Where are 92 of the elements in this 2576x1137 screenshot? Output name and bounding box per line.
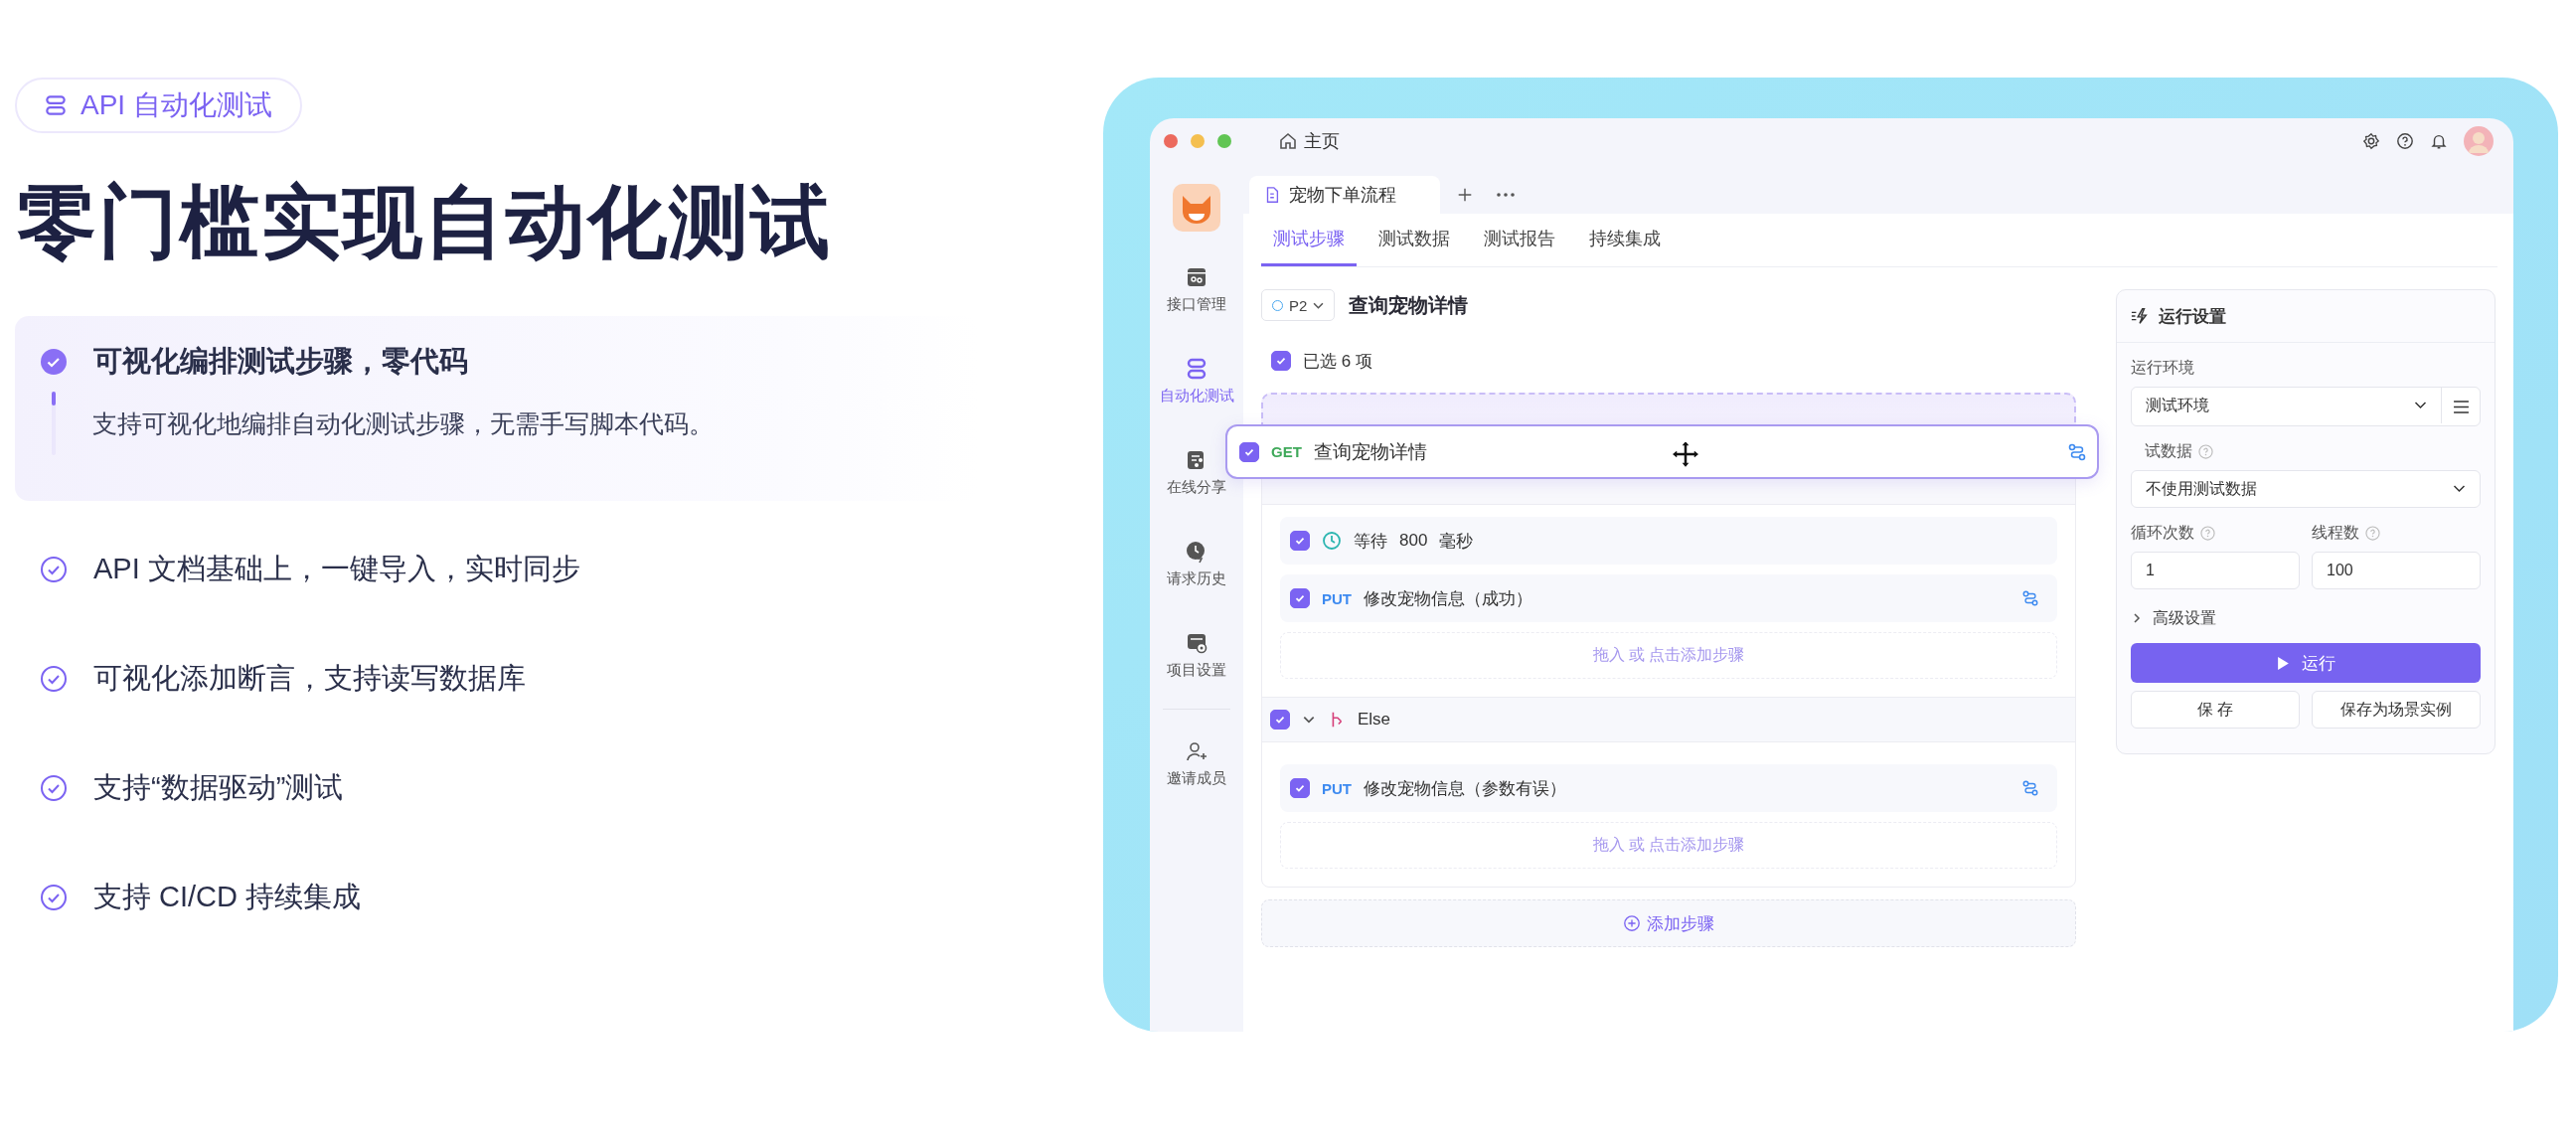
checkbox[interactable]	[1290, 531, 1310, 551]
step-label: 等待	[1354, 530, 1387, 553]
check-icon	[1294, 592, 1306, 604]
checkbox[interactable]	[1239, 441, 1259, 462]
scenario-name: 查询宠物详情	[1349, 292, 1469, 318]
dragged-step[interactable]: GET 查询宠物详情	[1225, 424, 2099, 479]
clock-icon	[1322, 531, 1342, 551]
badge-label: API 自动化测试	[80, 88, 272, 122]
request-step[interactable]: PUT 修改宠物信息（参数有误）	[1280, 764, 2057, 812]
http-method: PUT	[1322, 779, 1352, 797]
logo-icon[interactable]	[1173, 184, 1220, 232]
tab[interactable]: 测试报告	[1472, 213, 1567, 266]
field-label: 运行环境	[2131, 358, 2195, 378]
bell-icon[interactable]	[2430, 132, 2448, 150]
route-icon[interactable]	[2021, 589, 2039, 607]
add-step-button[interactable]: 添加步骤	[1261, 899, 2076, 947]
step-name: 查询宠物详情	[1313, 439, 1427, 464]
feature-title: 可视化编排测试步骤，零代码	[93, 344, 468, 379]
check-circle-icon	[40, 665, 68, 693]
chevron-down-icon	[2453, 485, 2466, 493]
check-icon	[1294, 782, 1306, 794]
settings-icon[interactable]	[2362, 132, 2380, 150]
move-cursor-icon	[1671, 439, 1700, 469]
lightning-icon	[2131, 307, 2149, 325]
checkbox[interactable]	[1270, 710, 1290, 730]
run-button[interactable]: 运行	[2131, 643, 2481, 683]
sidebar-item[interactable]: 请求历史	[1167, 518, 1226, 609]
http-method: GET	[1271, 443, 1302, 460]
field-label: 试数据	[2144, 440, 2192, 461]
field-label: 循环次数	[2131, 522, 2194, 543]
feature-title[interactable]: 支持“数据驱动”测试	[93, 768, 344, 808]
check-icon	[1294, 535, 1306, 547]
play-icon	[2276, 655, 2290, 671]
test-data-select[interactable]: 不使用测试数据	[2131, 470, 2481, 508]
loops-input[interactable]: 1	[2131, 552, 2300, 589]
request-step[interactable]: PUT 修改宠物信息（成功）	[1280, 574, 2057, 622]
checkbox[interactable]	[1271, 351, 1291, 371]
wait-value: 800	[1399, 531, 1428, 551]
check-icon	[1274, 714, 1286, 726]
save-button[interactable]: 保 存	[2131, 691, 2300, 729]
chevron-down-icon	[1313, 301, 1325, 309]
feature-title[interactable]: 支持 CI/CD 持续集成	[93, 878, 362, 917]
checkbox[interactable]	[1290, 778, 1310, 798]
route-icon[interactable]	[2021, 779, 2039, 797]
check-circle-icon	[40, 556, 68, 583]
checkbox[interactable]	[1290, 588, 1310, 608]
close-dot[interactable]	[1164, 134, 1178, 148]
menu-icon	[2452, 400, 2470, 413]
else-branch-row[interactable]: Else	[1262, 697, 2075, 742]
plus-circle-icon	[1623, 914, 1641, 932]
sidebar-item[interactable]: 项目设置	[1167, 609, 1226, 701]
step-name: 修改宠物信息（参数有误）	[1364, 777, 1566, 800]
wait-unit: 毫秒	[1439, 530, 1474, 553]
field-label: 线程数	[2312, 522, 2359, 543]
zoom-dot[interactable]	[1217, 134, 1231, 148]
tab[interactable]: 持续集成	[1577, 213, 1673, 266]
headline: 零门槛实现自动化测试	[17, 177, 832, 268]
check-circle-icon	[40, 774, 68, 802]
wait-step[interactable]: 等待 800 毫秒	[1280, 517, 2057, 565]
priority-select[interactable]: P2	[1261, 289, 1336, 321]
route-icon[interactable]	[2067, 441, 2087, 462]
help-icon[interactable]	[2396, 132, 2414, 150]
chevron-right-icon	[2131, 612, 2143, 624]
feature-description: 支持可视化地编排自动化测试步骤，无需手写脚本代码。	[92, 408, 714, 439]
selection-count: 已选 6 项	[1303, 350, 1372, 373]
branch-label: Else	[1358, 710, 1391, 730]
sidebar-item[interactable]: 自动化测试	[1159, 335, 1234, 426]
home-icon[interactable]	[1278, 131, 1298, 151]
advanced-settings-toggle[interactable]: 高级设置	[2131, 605, 2481, 631]
step-name: 修改宠物信息（成功）	[1364, 587, 1532, 610]
sidebar-item[interactable]: 邀请成员	[1167, 718, 1226, 809]
feature-title[interactable]: 可视化添加断言，支持读写数据库	[93, 659, 526, 699]
file-tab[interactable]: 宠物下单流程	[1249, 176, 1440, 214]
check-circle-icon	[40, 884, 68, 911]
tab[interactable]: 测试数据	[1367, 213, 1462, 266]
plus-icon[interactable]	[1456, 186, 1474, 204]
sidebar-item[interactable]: 接口管理	[1167, 244, 1226, 335]
sidebar-item[interactable]: 在线分享	[1167, 426, 1226, 518]
feature-title[interactable]: API 文档基础上，一键导入，实时同步	[93, 550, 580, 589]
chevron-down-icon	[2414, 402, 2427, 409]
check-circle-icon	[40, 348, 68, 376]
breadcrumb[interactable]: 主页	[1304, 129, 1340, 153]
minimize-dot[interactable]	[1191, 134, 1205, 148]
save-as-button[interactable]: 保存为场景实例	[2312, 691, 2481, 729]
more-icon[interactable]	[1496, 192, 1516, 198]
stack-icon	[43, 92, 69, 118]
check-icon	[1275, 355, 1287, 367]
panel-title: 运行设置	[2159, 305, 2226, 328]
stack-icon	[1185, 356, 1208, 381]
tab[interactable]: 测试步骤	[1261, 213, 1357, 266]
threads-input[interactable]: 100	[2312, 552, 2481, 589]
http-method: PUT	[1322, 589, 1352, 607]
